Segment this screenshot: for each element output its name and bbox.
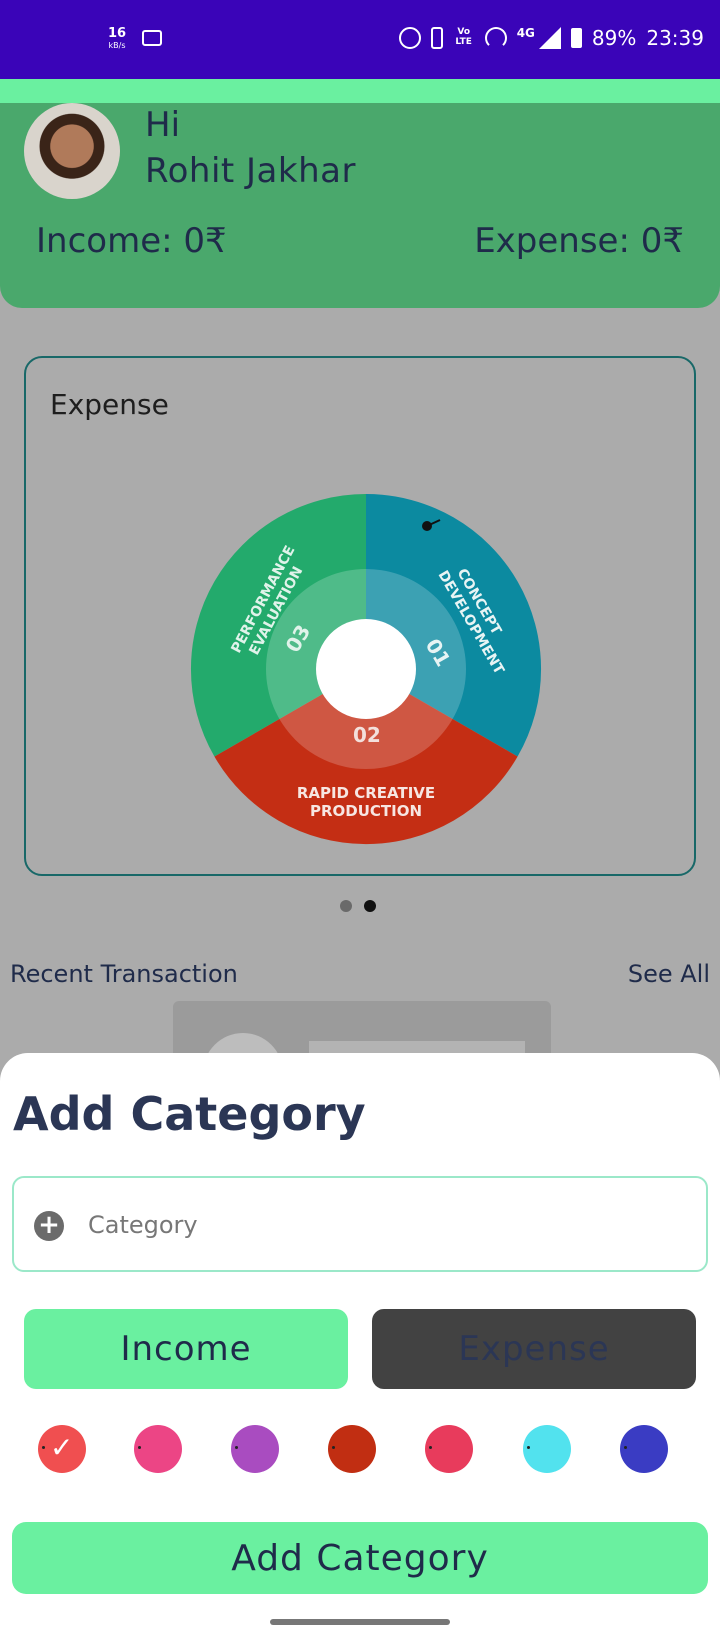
segment-02-number: 02	[353, 723, 381, 747]
swatch-dot	[624, 1446, 627, 1449]
hotspot-icon	[484, 27, 507, 49]
category-input[interactable]	[88, 1200, 688, 1250]
color-swatch[interactable]	[231, 1425, 279, 1473]
category-donut-chart: 01 02 03 CONCEPT DEVELOPMENT RAPID CREAT…	[190, 494, 542, 845]
alarm-icon	[398, 27, 421, 49]
transaction-card[interactable]	[173, 1001, 551, 1073]
expense-chart-card[interactable]: Expense 01 02 03 CONCEPT DEVELOPMENT RAP…	[24, 356, 696, 876]
swatch-dot	[42, 1446, 45, 1449]
expense-total: Expense: 0₹	[474, 221, 684, 261]
battery-icon	[570, 28, 582, 48]
clock: 23:39	[646, 26, 704, 50]
carousel-indicator	[340, 900, 376, 912]
segment-02-label-2: PRODUCTION	[310, 802, 422, 820]
swatch-dot	[235, 1446, 238, 1449]
volte-icon: Vo LTE	[455, 27, 472, 47]
vibrate-icon	[430, 27, 443, 49]
color-swatch[interactable]	[134, 1425, 182, 1473]
add-category-button[interactable]: Add Category	[12, 1522, 708, 1594]
home-indicator[interactable]	[270, 1619, 450, 1625]
category-field[interactable]: +	[12, 1176, 708, 1272]
income-total: Income: 0₹	[36, 221, 227, 261]
check-icon: ✓	[50, 1431, 74, 1464]
color-swatch[interactable]	[620, 1425, 668, 1473]
recent-transaction-title: Recent Transaction	[10, 960, 238, 988]
carousel-dot-1[interactable]	[340, 900, 352, 912]
color-swatch[interactable]	[523, 1425, 571, 1473]
battery-level: 89%	[591, 26, 637, 50]
net-speed-indicator: 16 kB/s	[108, 26, 127, 50]
donut-hole	[316, 619, 416, 719]
income-type-button[interactable]: Income	[24, 1309, 348, 1389]
greeting: Hi	[145, 105, 181, 145]
screen-record-icon	[142, 30, 162, 46]
add-circle-icon: +	[34, 1211, 64, 1241]
chart-title: Expense	[50, 388, 169, 421]
color-swatch[interactable]: ✓	[38, 1425, 86, 1473]
color-swatch[interactable]	[328, 1425, 376, 1473]
status-bar: 16 kB/s Vo LTE 4G 89% 23:39	[0, 0, 720, 79]
swatch-dot	[527, 1446, 530, 1449]
network-type: 4G	[516, 26, 535, 40]
avatar[interactable]	[24, 103, 120, 199]
header-accent-strip	[0, 79, 720, 103]
sheet-title: Add Category	[13, 1087, 366, 1141]
signal-icon	[538, 27, 561, 49]
segment-02-label-1: RAPID CREATIVE	[297, 784, 435, 802]
see-all-link[interactable]: See All	[628, 960, 710, 988]
swatch-dot	[429, 1446, 432, 1449]
color-swatch[interactable]	[425, 1425, 473, 1473]
swatch-dot	[332, 1446, 335, 1449]
carousel-dot-2[interactable]	[364, 900, 376, 912]
user-name: Rohit Jakhar	[145, 151, 356, 191]
expense-type-button[interactable]: Expense	[372, 1309, 696, 1389]
status-icons: Vo LTE 4G 89% 23:39	[398, 26, 704, 50]
swatch-dot	[138, 1446, 141, 1449]
profile-header: Hi Rohit Jakhar Income: 0₹ Expense: 0₹	[0, 103, 720, 308]
